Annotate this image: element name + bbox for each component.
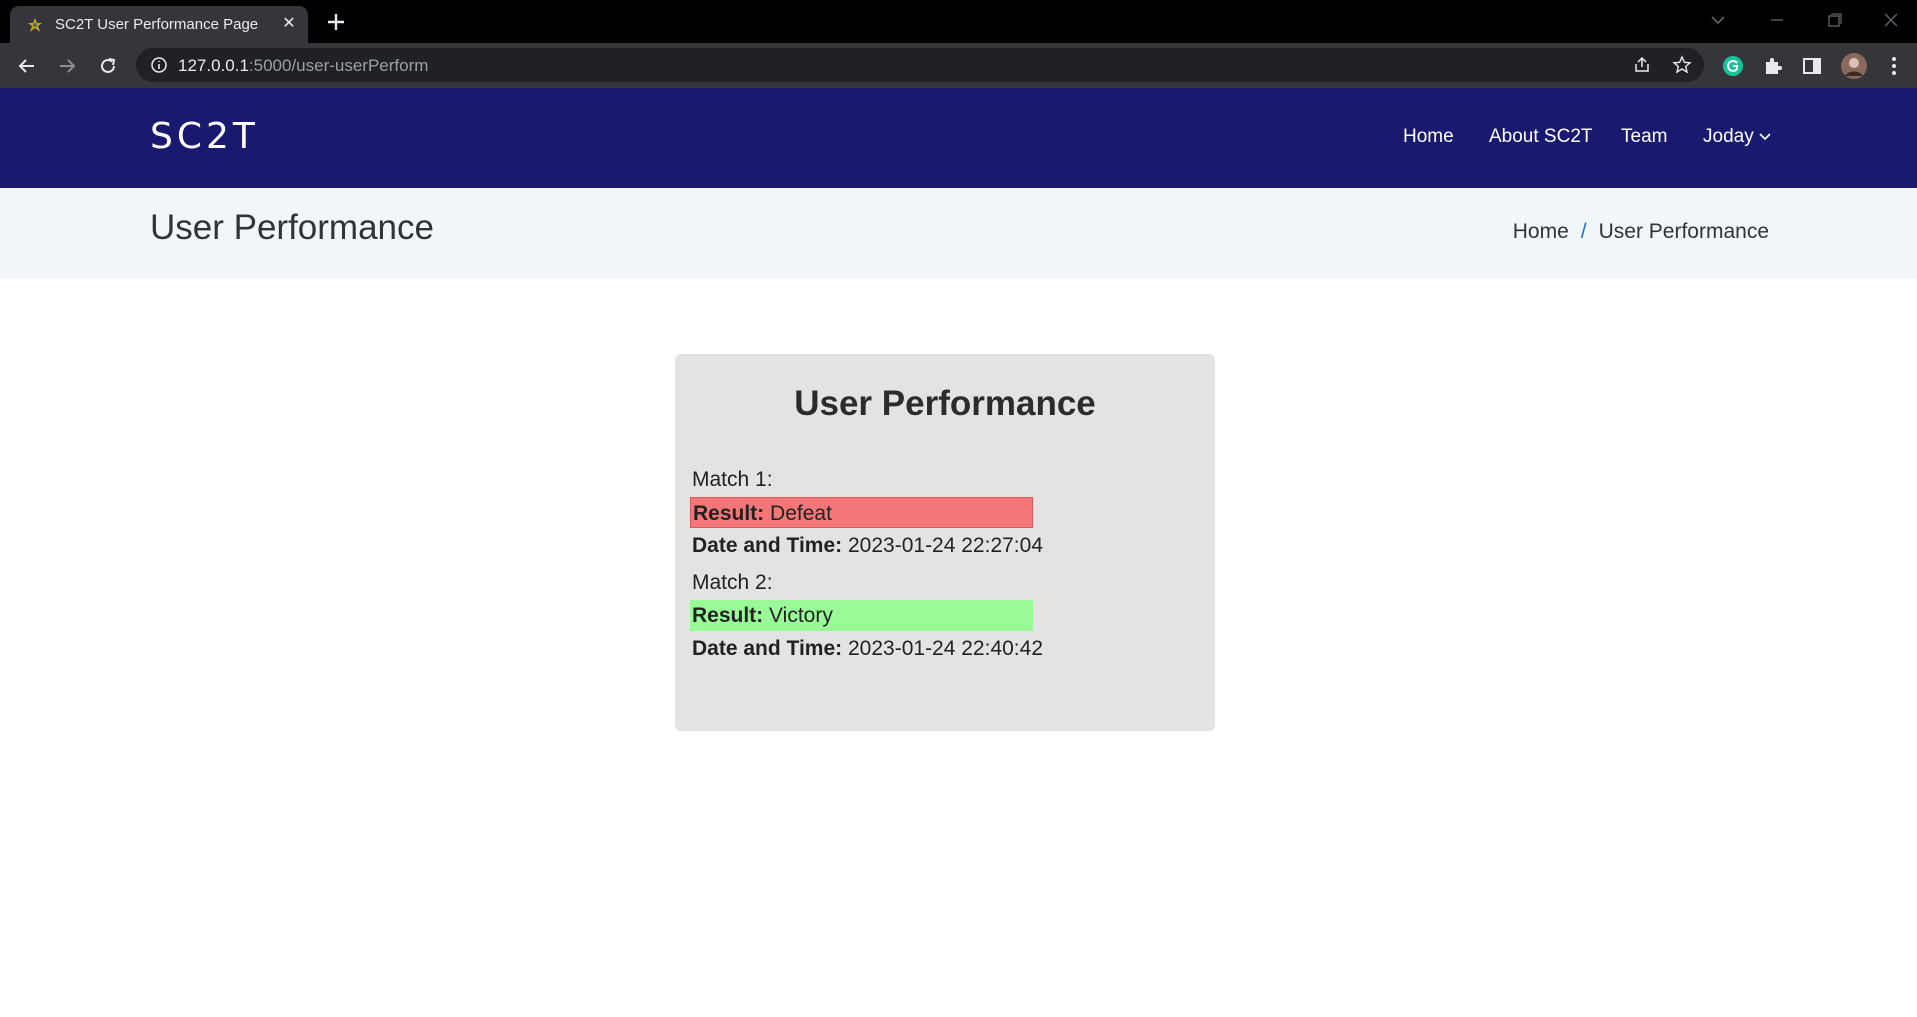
match-result-victory: Result: Victory xyxy=(690,600,1033,631)
card-title: User Performance xyxy=(794,384,1096,423)
result-value: Victory xyxy=(769,604,833,627)
nav-user-dropdown[interactable]: Joday xyxy=(1703,126,1771,148)
user-performance-card: User Performance Match 1: Result: Defeat… xyxy=(675,354,1215,731)
nav-about-link[interactable]: About SC2T xyxy=(1489,126,1593,148)
result-label: Result: xyxy=(692,604,764,627)
datetime-value: 2023-01-24 22:40:42 xyxy=(848,637,1043,660)
site-header: SC2T Home About SC2T Team Joday xyxy=(0,88,1917,188)
close-window-icon[interactable] xyxy=(1879,9,1903,31)
breadcrumb-current: User Performance xyxy=(1598,220,1769,243)
side-panel-icon[interactable] xyxy=(1800,54,1824,78)
restore-icon[interactable] xyxy=(1822,9,1846,31)
address-bar[interactable]: 127.0.0.1:5000/user-userPerform xyxy=(136,48,1704,82)
nav-home-link[interactable]: Home xyxy=(1403,126,1454,148)
match-datetime: Date and Time: 2023-01-24 22:40:42 xyxy=(692,637,1043,661)
datetime-label: Date and Time: xyxy=(692,534,843,557)
site-logo[interactable]: SC2T xyxy=(150,116,259,157)
breadcrumb-home-link[interactable]: Home xyxy=(1513,220,1569,243)
tab-search-chevron-icon[interactable] xyxy=(1706,9,1730,31)
site-info-icon[interactable] xyxy=(150,56,168,74)
url-host: 127.0.0.1 xyxy=(178,56,249,75)
reload-icon[interactable] xyxy=(96,54,120,78)
bookmark-star-icon[interactable] xyxy=(1672,55,1692,75)
back-arrow-icon[interactable] xyxy=(15,54,39,78)
page-title-bar: User Performance Home / User Performance xyxy=(0,188,1917,279)
result-label: Result: xyxy=(693,502,765,525)
site-favicon-icon xyxy=(28,18,42,32)
nav-team-link[interactable]: Team xyxy=(1621,126,1667,148)
breadcrumb-separator: / xyxy=(1580,220,1587,243)
page-title: User Performance xyxy=(150,208,434,247)
result-value: Defeat xyxy=(770,502,832,525)
datetime-value: 2023-01-24 22:27:04 xyxy=(848,534,1043,557)
datetime-label: Date and Time: xyxy=(692,637,843,660)
breadcrumb: Home / User Performance xyxy=(1513,220,1769,244)
profile-avatar-icon[interactable] xyxy=(1840,52,1868,80)
tab-title: SC2T User Performance Page xyxy=(55,16,259,33)
extensions-puzzle-icon[interactable] xyxy=(1761,54,1785,78)
match-result-defeat: Result: Defeat xyxy=(690,497,1033,528)
tab-close-icon[interactable]: ✕ xyxy=(280,15,298,33)
forward-arrow-icon[interactable] xyxy=(55,54,79,78)
browser-tabstrip: SC2T User Performance Page ✕ xyxy=(0,0,1917,43)
new-tab-icon[interactable] xyxy=(323,9,349,35)
browser-tab[interactable]: SC2T User Performance Page ✕ xyxy=(10,6,308,43)
match-label: Match 1: xyxy=(692,468,773,491)
chevron-down-icon xyxy=(1759,133,1771,141)
match-label: Match 2: xyxy=(692,571,773,594)
nav-user-label: Joday xyxy=(1703,126,1754,147)
url-text: 127.0.0.1:5000/user-userPerform xyxy=(178,56,428,76)
url-path: :5000/user-userPerform xyxy=(248,56,429,75)
browser-menu-icon[interactable] xyxy=(1882,54,1906,78)
match-datetime: Date and Time: 2023-01-24 22:27:04 xyxy=(692,534,1043,558)
minimize-icon[interactable] xyxy=(1765,9,1789,31)
browser-toolbar: 127.0.0.1:5000/user-userPerform xyxy=(0,43,1917,88)
share-icon[interactable] xyxy=(1632,55,1652,75)
grammarly-extension-icon[interactable] xyxy=(1721,54,1745,78)
